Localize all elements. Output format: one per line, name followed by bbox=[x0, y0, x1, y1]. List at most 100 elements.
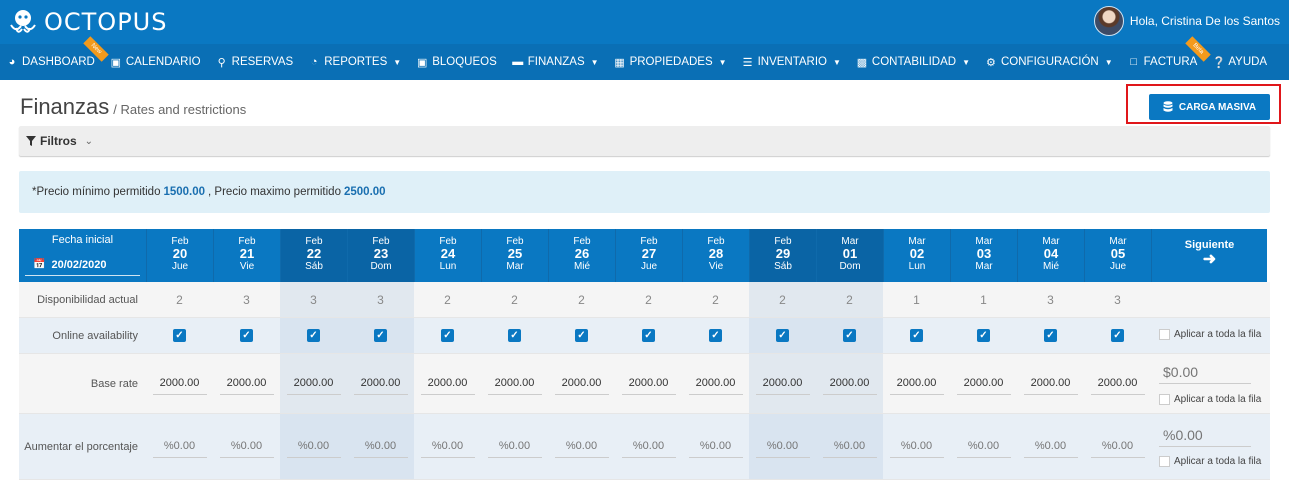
nav-item-dashboard[interactable]: ◕ DASHBOARD New bbox=[6, 36, 109, 68]
bulk-percent-input[interactable] bbox=[1159, 423, 1251, 447]
increase-percent-input[interactable] bbox=[621, 435, 676, 458]
octopus-logo[interactable]: OCTOPUS bbox=[8, 8, 167, 36]
bulk-base-rate-input[interactable] bbox=[1159, 360, 1251, 384]
increase-percent-input[interactable] bbox=[420, 435, 475, 458]
online-checkbox[interactable]: ✓ bbox=[575, 329, 588, 342]
grid-cell: 3 bbox=[213, 282, 280, 317]
user-menu[interactable]: Hola, Cristina De los Santos bbox=[1093, 6, 1280, 36]
start-date-picker[interactable]: 📅 20/02/2020 bbox=[25, 254, 140, 276]
increase-percent-input[interactable] bbox=[219, 435, 274, 458]
base-rate-input[interactable] bbox=[286, 372, 341, 395]
apply-checkbox[interactable] bbox=[1159, 329, 1170, 340]
nav-item-inventario[interactable]: ☰ INVENTARIO ▼ bbox=[742, 56, 841, 69]
online-checkbox[interactable]: ✓ bbox=[441, 329, 454, 342]
base-rate-input[interactable] bbox=[487, 372, 542, 395]
nav-item-ayuda[interactable]: ❔ AYUDA bbox=[1212, 56, 1267, 69]
online-checkbox[interactable]: ✓ bbox=[1044, 329, 1057, 342]
day-name: Vie bbox=[708, 261, 724, 272]
base-rate-input[interactable] bbox=[152, 372, 207, 395]
nav-item-bloqueos[interactable]: ▣ BLOQUEOS bbox=[416, 56, 497, 69]
online-checkbox[interactable]: ✓ bbox=[910, 329, 923, 342]
day-name: Jue bbox=[640, 261, 658, 272]
grid-cell: 2 bbox=[146, 282, 213, 317]
apply-checkbox[interactable] bbox=[1159, 456, 1170, 467]
row-online: Online availability ✓ ✓ ✓ ✓ ✓ ✓ ✓ ✓ ✓ ✓ ✓ ✓ ✓ ✓ ✓ Aplica… bbox=[19, 318, 1270, 354]
apply-label: Aplicar a toda la fila bbox=[1174, 329, 1262, 340]
nav-item-reportes[interactable]: ◔ REPORTES ▼ bbox=[308, 56, 401, 68]
day-header: Mar 02 Lun bbox=[883, 229, 950, 282]
base-rate-input[interactable] bbox=[1023, 372, 1078, 395]
nav-item-calendario[interactable]: ▣ CALENDARIO bbox=[110, 56, 201, 69]
online-checkbox[interactable]: ✓ bbox=[307, 329, 320, 342]
apply-row-online[interactable]: Aplicar a toda la fila bbox=[1159, 329, 1261, 340]
base-rate-input[interactable] bbox=[353, 372, 408, 395]
octopus-icon bbox=[10, 10, 36, 33]
availability-value: 3 bbox=[1047, 292, 1054, 307]
day-number: 27 bbox=[641, 246, 657, 261]
online-checkbox[interactable]: ✓ bbox=[173, 329, 186, 342]
nav-item-contabilidad[interactable]: ▩ CONTABILIDAD ▼ bbox=[856, 56, 970, 69]
carga-masiva-button[interactable]: CARGA MASIVA bbox=[1149, 94, 1270, 120]
base-rate-input[interactable] bbox=[688, 372, 743, 395]
online-checkbox[interactable]: ✓ bbox=[240, 329, 253, 342]
base-rate-input[interactable] bbox=[554, 372, 609, 395]
filters-toggle[interactable]: Filtros ⌄ bbox=[19, 126, 1270, 156]
apply-checkbox[interactable] bbox=[1159, 394, 1170, 405]
increase-percent-input[interactable] bbox=[889, 435, 944, 458]
nav-item-label: CONTABILIDAD bbox=[871, 56, 957, 68]
increase-percent-input[interactable] bbox=[152, 435, 207, 458]
increase-percent-input[interactable] bbox=[755, 435, 810, 458]
increase-percent-input[interactable] bbox=[1023, 435, 1078, 458]
avatar[interactable] bbox=[1093, 6, 1124, 36]
nav-item-finanzas[interactable]: ▬ FINANZAS ▼ bbox=[512, 56, 598, 68]
online-checkbox[interactable]: ✓ bbox=[977, 329, 990, 342]
base-rate-input[interactable] bbox=[420, 372, 475, 395]
caret-down-icon: ▼ bbox=[1104, 57, 1113, 67]
chevron-down-icon: ⌄ bbox=[84, 135, 94, 147]
grid-cell bbox=[749, 414, 816, 479]
online-checkbox[interactable]: ✓ bbox=[776, 329, 789, 342]
nav-item-reservas[interactable]: ⚲ RESERVAS bbox=[216, 56, 294, 69]
increase-percent-input[interactable] bbox=[487, 435, 542, 458]
online-checkbox[interactable]: ✓ bbox=[642, 329, 655, 342]
nav-item-configuracin[interactable]: ⚙ CONFIGURACIÓN ▼ bbox=[985, 56, 1113, 69]
increase-percent-input[interactable] bbox=[554, 435, 609, 458]
grid-cell: 2 bbox=[816, 282, 883, 317]
start-date-label: Fecha inicial bbox=[51, 234, 114, 246]
base-rate-input[interactable] bbox=[1090, 372, 1145, 395]
base-rate-input[interactable] bbox=[621, 372, 676, 395]
increase-percent-input[interactable] bbox=[688, 435, 743, 458]
base-rate-input[interactable] bbox=[956, 372, 1011, 395]
grid-cell bbox=[213, 414, 280, 479]
grid-cell: 3 bbox=[280, 282, 347, 317]
base-rate-input[interactable] bbox=[822, 372, 877, 395]
nav-item-label: RESERVAS bbox=[231, 56, 294, 68]
increase-percent-input[interactable] bbox=[286, 435, 341, 458]
next-button[interactable]: Siguiente ➜ bbox=[1151, 229, 1267, 282]
grid-cell: 3 bbox=[1084, 282, 1151, 317]
nav-item-factura[interactable]: □ FACTURA Beta bbox=[1128, 36, 1212, 68]
availability-value: 3 bbox=[310, 292, 317, 307]
base-rate-input[interactable] bbox=[889, 372, 944, 395]
day-name: Jue bbox=[171, 261, 189, 272]
online-checkbox[interactable]: ✓ bbox=[1111, 329, 1124, 342]
apply-row-increase-pct[interactable]: Aplicar a toda la fila bbox=[1159, 456, 1261, 467]
day-number: 25 bbox=[507, 246, 523, 261]
grid-cell bbox=[213, 354, 280, 413]
apply-row-base-rate[interactable]: Aplicar a toda la fila bbox=[1159, 394, 1261, 405]
increase-percent-input[interactable] bbox=[822, 435, 877, 458]
nav-item-propiedades[interactable]: ▦ PROPIEDADES ▼ bbox=[614, 56, 726, 69]
increase-percent-input[interactable] bbox=[353, 435, 408, 458]
increase-percent-input[interactable] bbox=[956, 435, 1011, 458]
base-rate-input[interactable] bbox=[755, 372, 810, 395]
day-header: Mar 05 Jue bbox=[1084, 229, 1151, 282]
online-checkbox[interactable]: ✓ bbox=[843, 329, 856, 342]
base-rate-input[interactable] bbox=[219, 372, 274, 395]
online-checkbox[interactable]: ✓ bbox=[709, 329, 722, 342]
grid-cell: 2 bbox=[615, 282, 682, 317]
availability-value: 2 bbox=[712, 292, 719, 307]
increase-percent-input[interactable] bbox=[1090, 435, 1145, 458]
online-checkbox[interactable]: ✓ bbox=[374, 329, 387, 342]
online-checkbox[interactable]: ✓ bbox=[508, 329, 521, 342]
page-title: Finanzas bbox=[20, 94, 110, 119]
